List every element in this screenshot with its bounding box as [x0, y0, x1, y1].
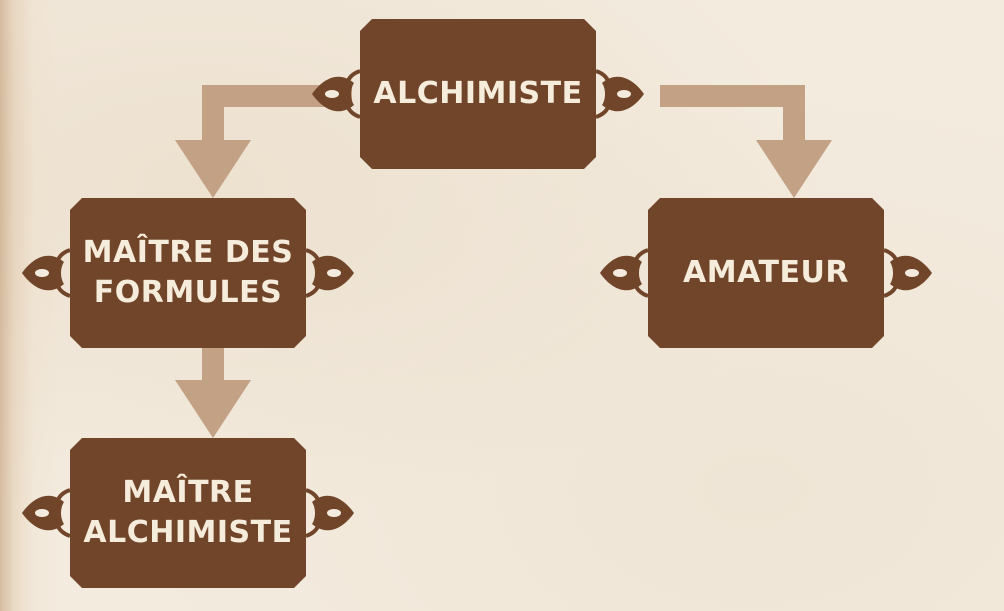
node-label: MAÎTRE ALCHIMISTE [83, 475, 293, 550]
node-maitre-alchimiste: MAÎTRE ALCHIMISTE [20, 438, 356, 588]
node-maitre-des-formules: MAÎTRE DES FORMULES [20, 198, 356, 348]
edge-master-formulas-to-master-alchemist [175, 347, 251, 438]
node-amateur: AMATEUR [598, 198, 934, 348]
node-label: MAÎTRE DES FORMULES [82, 235, 294, 310]
node-alchimiste: ALCHIMISTE [310, 19, 646, 169]
node-label: AMATEUR [683, 255, 849, 290]
edge-root-to-amateur [660, 85, 832, 198]
node-label: ALCHIMISTE [373, 76, 583, 111]
